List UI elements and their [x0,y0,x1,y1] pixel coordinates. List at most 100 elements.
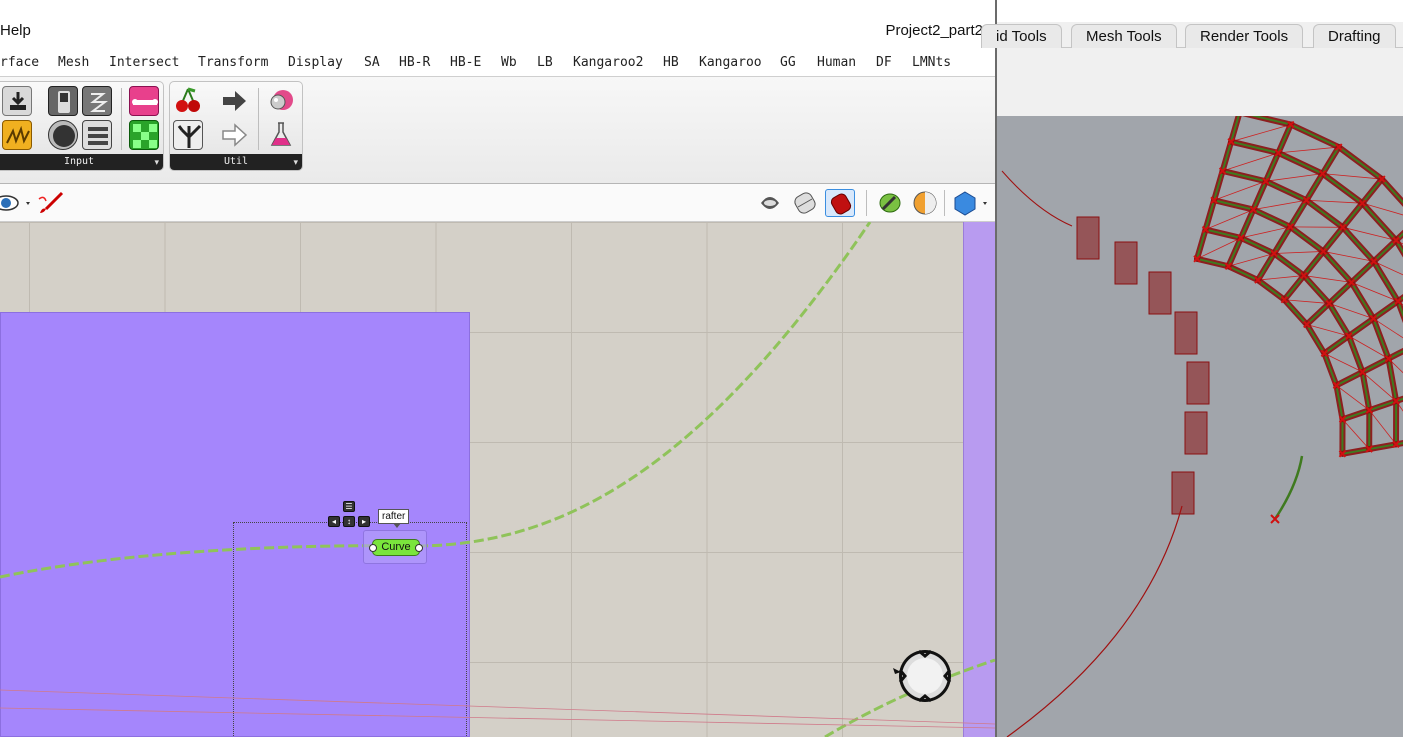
number-slider-icon[interactable] [82,86,112,116]
tab-wb[interactable]: Wb [501,55,517,70]
beam-centerline [1273,252,1305,277]
support-curve [1006,505,1183,737]
beam-centerline [1230,140,1279,154]
tab-mesh[interactable]: Mesh [58,55,89,70]
preview-wire-icon[interactable] [790,189,820,217]
beam-centerline [1277,151,1324,175]
component-menu-icon[interactable]: ☰ [343,501,355,512]
arrow-right-icon[interactable] [219,86,249,116]
button-icon[interactable] [48,120,78,150]
eye-icon[interactable] [0,189,30,217]
panel-util-expand-icon[interactable]: ▾ [293,157,298,168]
beam-centerline [1283,274,1305,301]
tab-surface[interactable]: rface [0,55,39,70]
tab-kangaroo2[interactable]: Kangaroo2 [573,55,643,70]
beam-centerline [1303,250,1325,277]
beam-centerline [1361,178,1383,204]
rhino-toolbar-area [997,48,1403,116]
tab-intersect[interactable]: Intersect [109,55,179,70]
panel-separator [258,88,259,150]
bracing-line [1369,409,1397,445]
component-nickname-tag: rafter [378,509,410,528]
column-member [1184,411,1208,455]
curve-component[interactable]: Curve [363,530,427,564]
beam-centerline [1222,169,1267,183]
beam-centerline [1342,202,1364,228]
reference-line [0,689,995,725]
beam-centerline [1228,265,1259,281]
rhino-window: id Tools Mesh Tools Render Tools Draftin… [981,0,1403,737]
beam-centerline [1322,172,1363,204]
column-member [1186,361,1210,405]
tab-kangaroo[interactable]: Kangaroo [699,55,762,70]
preview-shaded-icon[interactable] [755,189,785,217]
tab-solid-tools[interactable]: id Tools [981,24,1062,48]
tab-human[interactable]: Human [817,55,856,70]
gradient-icon[interactable] [129,86,159,116]
toggle-icon[interactable] [48,86,78,116]
bracing-line [1278,146,1339,154]
tab-gg[interactable]: GG [780,55,796,70]
tab-sa[interactable]: SA [364,55,380,70]
beam-centerline [1289,226,1324,253]
tab-hb-e[interactable]: HB-E [450,55,481,70]
panel-separator [121,88,122,150]
cherry-icon[interactable] [173,86,203,116]
beam-centerline [1362,357,1389,373]
beam-centerline [1372,300,1399,320]
preview-selected-icon[interactable] [825,189,855,217]
arrow-outline-icon[interactable] [219,120,249,150]
toolbar-separator [866,190,867,216]
beam-centerline [1240,237,1275,255]
nav-left-icon[interactable]: ◂ [328,516,340,527]
grasshopper-window: Help Project2_part2 rface Mesh Intersect… [0,0,995,737]
tab-drafting[interactable]: Drafting [1313,24,1396,48]
beam-centerline [1373,239,1397,263]
colour-swatch-icon[interactable] [129,120,159,150]
tab-transform[interactable]: Transform [198,55,268,70]
tree-icon[interactable] [173,120,203,150]
panel-input-expand-icon[interactable]: ▾ [154,157,159,168]
column-member [1148,271,1172,315]
document-title: Project2_part2 [885,22,983,39]
component-tab-bar: rface Mesh Intersect Transform Display S… [0,50,995,76]
download-icon[interactable] [2,86,32,116]
curve-component-label[interactable]: Curve [369,539,423,556]
canvas-compass-icon[interactable] [893,648,953,704]
nav-center-icon[interactable]: ↕ [343,516,355,527]
grasshopper-canvas[interactable]: ☰ ◂ ↕ ▸ rafter Curve [0,222,995,737]
bake-icon[interactable] [875,189,905,217]
beam-centerline [1227,237,1242,267]
tab-mesh-tools[interactable]: Mesh Tools [1071,24,1177,48]
panel-input-label: Input [0,154,163,170]
tab-display[interactable]: Display [288,55,343,70]
column-member [1174,311,1198,355]
desktop: Help Project2_part2 rface Mesh Intersect… [0,0,1403,737]
tab-hb[interactable]: HB [663,55,679,70]
tab-render-tools[interactable]: Render Tools [1185,24,1304,48]
beam-centerline [1361,202,1397,242]
display-mesh-icon[interactable] [950,189,987,217]
tab-df[interactable]: DF [876,55,892,70]
column-member [1076,216,1100,260]
panel-input: Input ▾ [0,81,164,171]
value-list-icon[interactable] [82,120,112,150]
material-sphere-icon[interactable] [910,189,940,217]
beam-centerline [1257,279,1285,301]
nav-right-icon[interactable]: ▸ [358,516,370,527]
data-wire[interactable] [0,222,872,579]
flask-icon[interactable] [266,120,296,150]
graph-mapper-icon[interactable] [2,120,32,150]
rhino-viewport[interactable] [997,116,1403,737]
node-marker [1270,514,1280,524]
support-leg [1273,455,1304,520]
beam-centerline [1264,152,1280,182]
tab-lb[interactable]: LB [537,55,553,70]
tab-hb-r[interactable]: HB-R [399,55,430,70]
tab-lmnts[interactable]: LMNts [912,55,951,70]
beam-centerline [1348,317,1374,337]
bubble-icon[interactable] [266,86,296,116]
menu-help[interactable]: Help [0,22,31,39]
wire-layer [0,222,995,737]
sketch-brush-icon[interactable] [36,189,66,217]
